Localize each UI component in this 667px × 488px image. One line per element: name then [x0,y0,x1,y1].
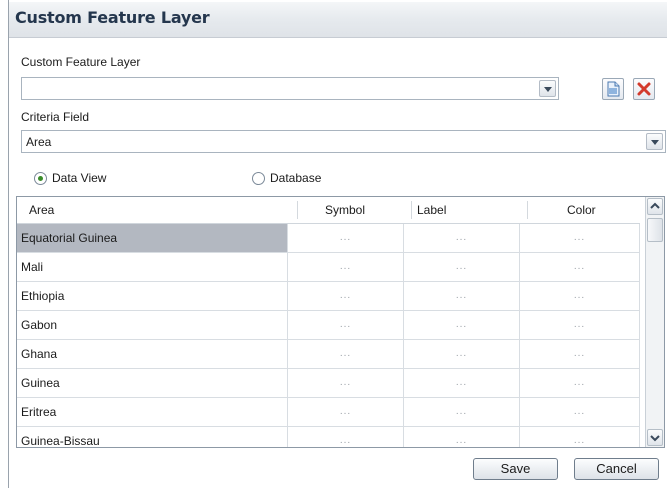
table-row[interactable]: Mali ... ... ... [17,253,640,282]
radio-unselected-icon[interactable] [252,171,265,185]
radio-data-view[interactable]: Data View [34,171,106,185]
scroll-up-button[interactable] [647,198,663,215]
criteria-label: Criteria Field [21,110,90,124]
label-cell[interactable]: ... [404,224,520,252]
label-cell[interactable]: ... [404,253,520,281]
table-row[interactable]: Guinea-Bissau ... ... ... [17,427,640,447]
column-divider[interactable] [411,201,412,219]
symbol-cell[interactable]: ... [288,311,404,339]
window-title: Custom Feature Layer [15,8,210,27]
color-cell[interactable]: ... [520,398,640,426]
new-document-icon [607,81,620,97]
area-cell[interactable]: Equatorial Guinea [17,224,288,252]
layer-combo[interactable] [21,77,559,100]
table-row[interactable]: Ghana ... ... ... [17,340,640,369]
delete-x-icon [637,82,651,96]
label-cell[interactable]: ... [404,369,520,397]
scroll-down-button[interactable] [647,429,663,446]
chevron-down-icon[interactable] [646,133,663,150]
color-cell[interactable]: ... [520,340,640,368]
area-cell[interactable]: Ethiopia [17,282,288,310]
color-cell[interactable]: ... [520,253,640,281]
table-row[interactable]: Equatorial Guinea ... ... ... [17,224,640,253]
label-cell[interactable]: ... [404,398,520,426]
symbol-cell[interactable]: ... [288,340,404,368]
criteria-combo[interactable]: Area [21,130,666,153]
radio-data-view-label: Data View [52,171,107,185]
radio-selected-icon[interactable] [34,171,47,185]
color-cell[interactable]: ... [520,369,640,397]
area-cell[interactable]: Guinea-Bissau [17,427,288,447]
criteria-combo-value: Area [26,135,52,149]
color-cell[interactable]: ... [520,224,640,252]
save-button[interactable]: Save [473,458,558,480]
column-header-color[interactable]: Color [567,203,596,217]
table-row[interactable]: Guinea ... ... ... [17,369,640,398]
table-row[interactable]: Ethiopia ... ... ... [17,282,640,311]
symbol-cell[interactable]: ... [288,427,404,447]
radio-database[interactable]: Database [252,171,321,185]
table-row[interactable]: Eritrea ... ... ... [17,398,640,427]
area-cell[interactable]: Gabon [17,311,288,339]
color-cell[interactable]: ... [520,427,640,447]
column-header-symbol[interactable]: Symbol [325,203,365,217]
radio-database-label: Database [270,171,322,185]
column-header-area[interactable]: Area [29,203,54,217]
area-cell[interactable]: Ghana [17,340,288,368]
new-layer-button[interactable] [602,78,624,100]
label-cell[interactable]: ... [404,282,520,310]
layer-label: Custom Feature Layer [21,55,141,69]
chevron-down-icon[interactable] [539,80,556,97]
symbol-cell[interactable]: ... [288,369,404,397]
vertical-scrollbar[interactable] [645,197,664,447]
column-divider[interactable] [527,201,528,219]
chevron-up-icon [650,202,660,209]
cancel-button[interactable]: Cancel [574,458,659,480]
title-bar: Custom Feature Layer [9,2,667,38]
table-header: Area Symbol Label Color [17,197,640,224]
chevron-down-icon [650,435,660,442]
symbol-cell[interactable]: ... [288,282,404,310]
label-cell[interactable]: ... [404,340,520,368]
column-divider[interactable] [297,201,298,219]
area-cell[interactable]: Mali [17,253,288,281]
symbol-cell[interactable]: ... [288,224,404,252]
label-cell[interactable]: ... [404,311,520,339]
table-body: Equatorial Guinea ... ... ... Mali ... .… [17,224,640,447]
column-header-label[interactable]: Label [417,203,446,217]
color-cell[interactable]: ... [520,311,640,339]
table-row[interactable]: Gabon ... ... ... [17,311,640,340]
symbol-cell[interactable]: ... [288,398,404,426]
area-cell[interactable]: Eritrea [17,398,288,426]
area-cell[interactable]: Guinea [17,369,288,397]
label-cell[interactable]: ... [404,427,520,447]
area-table: Area Symbol Label Color Equatorial Guine… [16,196,665,448]
color-cell[interactable]: ... [520,282,640,310]
symbol-cell[interactable]: ... [288,253,404,281]
delete-layer-button[interactable] [633,78,655,100]
scroll-thumb[interactable] [647,218,663,242]
